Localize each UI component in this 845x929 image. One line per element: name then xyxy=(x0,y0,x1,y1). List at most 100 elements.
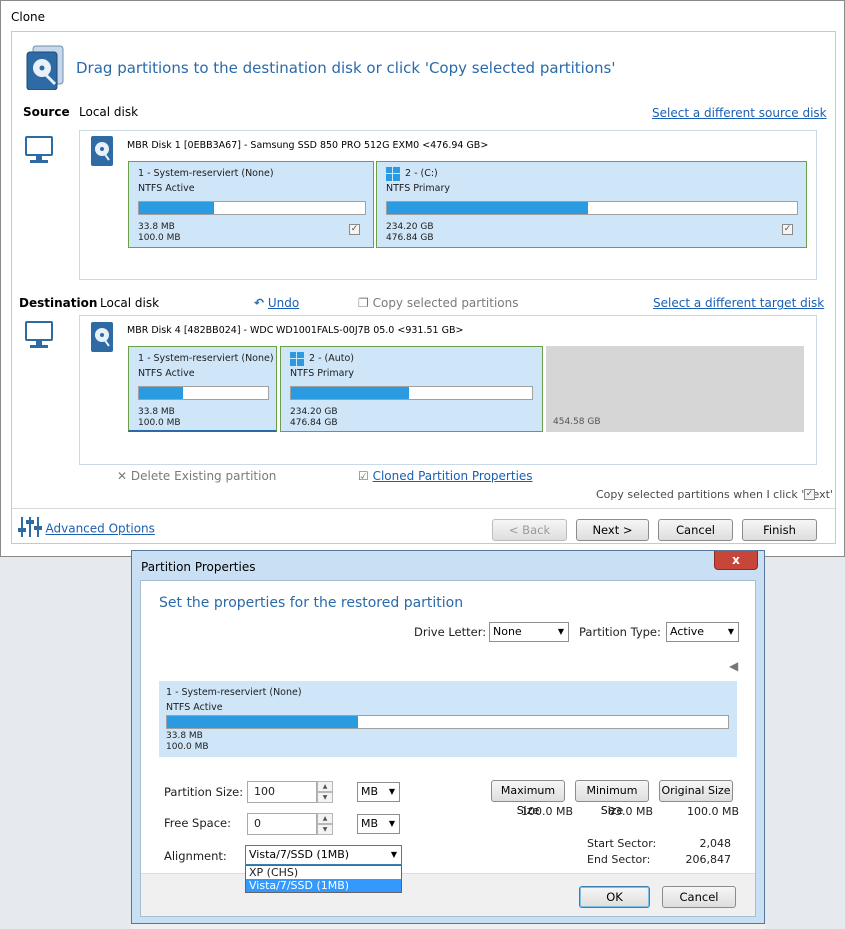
alignment-label: Alignment: xyxy=(164,849,227,863)
finish-button[interactable]: Finish xyxy=(742,519,817,541)
select-source-disk-link[interactable]: Select a different source disk xyxy=(652,106,827,120)
usage-fill xyxy=(387,202,588,214)
cloned-props-label: Cloned Partition Properties xyxy=(372,469,533,483)
spin-up-icon[interactable]: ▲ xyxy=(317,781,333,792)
windows-logo-icon xyxy=(386,167,400,184)
source-disk-kind: Local disk xyxy=(79,105,139,119)
background-window xyxy=(0,557,131,929)
alignment-option-selected[interactable]: Vista/7/SSD (1MB) xyxy=(246,879,401,892)
next-button[interactable]: Next > xyxy=(576,519,649,541)
partition-type-select[interactable]: Active ▼ xyxy=(666,622,739,642)
destination-label: Destination xyxy=(19,296,98,310)
copy-selected-label: Copy selected partitions xyxy=(372,296,519,310)
close-button[interactable]: x xyxy=(714,551,758,570)
properties-heading: Set the properties for the restored part… xyxy=(159,595,464,611)
maximum-size-button[interactable]: Maximum Size xyxy=(491,780,565,817)
cloned-partition-properties-button[interactable]: ☑ Cloned Partition Properties xyxy=(358,469,533,483)
destination-disk-model: WD1001FALS-00J7B 05.0 <931.51 GB> xyxy=(276,325,464,336)
spin-down-icon[interactable]: ▼ xyxy=(317,792,333,803)
partition-used: 33.8 MB xyxy=(138,407,175,417)
usage-fill xyxy=(139,387,183,399)
chevron-down-icon: ▼ xyxy=(388,787,395,796)
partition-total: 100.0 MB xyxy=(138,418,181,428)
alignment-select[interactable]: Vista/7/SSD (1MB) ▼ xyxy=(245,845,402,865)
select-target-disk-link[interactable]: Select a different target disk xyxy=(653,296,824,310)
destination-partition-2[interactable]: 2 - (Auto) NTFS Primary 234.20 GB 476.84… xyxy=(280,346,543,432)
drive-letter-value: None xyxy=(493,625,522,638)
hard-disk-icon xyxy=(90,321,114,353)
partition-type: NTFS Primary xyxy=(290,368,354,379)
spin-up-icon[interactable]: ▲ xyxy=(317,813,333,824)
partition-properties-title: Partition Properties xyxy=(141,560,256,574)
minimum-size-button[interactable]: Minimum Size xyxy=(575,780,649,817)
partition-total: 476.84 GB xyxy=(386,233,434,243)
back-button[interactable]: < Back xyxy=(492,519,567,541)
chevron-down-icon: ▼ xyxy=(390,850,397,859)
partition-size-spinner[interactable]: ▲ ▼ xyxy=(317,781,333,803)
destination-disk-kind: Local disk xyxy=(100,296,160,310)
partition-used: 33.8 MB xyxy=(138,222,175,232)
partition-name: 2 - (Auto) xyxy=(309,353,354,364)
advanced-options-label: Advanced Options xyxy=(45,521,155,536)
clone-window: Clone Drag partitions to the destination… xyxy=(0,0,845,557)
clone-disk-icon xyxy=(25,44,69,91)
free-space-label: Free Space: xyxy=(164,816,231,830)
unallocated-space[interactable]: 454.58 GB xyxy=(546,346,804,432)
delete-existing-label: Delete Existing partition xyxy=(130,469,277,483)
usage-bar xyxy=(290,386,533,400)
usage-bar xyxy=(138,201,366,215)
close-icon: x xyxy=(732,553,740,567)
partition-size-unit: MB xyxy=(361,785,379,798)
partition-size-label: Partition Size: xyxy=(164,785,244,799)
start-sector-value: 2,048 xyxy=(699,837,732,850)
free-space-unit: MB xyxy=(361,817,379,830)
partition-checkbox[interactable]: ✓ xyxy=(349,224,360,235)
chevron-down-icon: ▼ xyxy=(557,627,564,636)
clone-title: Clone xyxy=(11,10,46,24)
partition-size-unit-select[interactable]: MB ▼ xyxy=(357,782,400,802)
original-size-button[interactable]: Original Size xyxy=(659,780,733,802)
source-label: Source xyxy=(23,105,70,119)
partition-type: NTFS Primary xyxy=(386,183,450,194)
copy-when-next-checkbox[interactable]: ✓ xyxy=(804,489,815,500)
alignment-option[interactable]: XP (CHS) xyxy=(246,866,401,879)
destination-partition-1[interactable]: 1 - System-reserviert (None) NTFS Active… xyxy=(128,346,277,432)
source-partition-1[interactable]: 1 - System-reserviert (None) NTFS Active… xyxy=(128,161,374,248)
usage-bar xyxy=(166,715,729,729)
ok-button[interactable]: OK xyxy=(579,886,650,908)
undo-button[interactable]: ↶ Undo xyxy=(254,296,299,310)
partition-total: 476.84 GB xyxy=(290,418,338,428)
partition-type-value: Active xyxy=(670,625,705,638)
properties-cancel-button[interactable]: Cancel xyxy=(662,886,736,908)
spin-down-icon[interactable]: ▼ xyxy=(317,824,333,835)
copy-selected-partitions-button[interactable]: ❐ Copy selected partitions xyxy=(358,296,519,310)
clone-headline: Drag partitions to the destination disk … xyxy=(76,59,616,77)
chevron-down-icon: ▼ xyxy=(727,627,734,636)
properties-footer: OK Cancel xyxy=(141,873,755,916)
drive-letter-label: Drive Letter: xyxy=(414,625,487,639)
undo-label: Undo xyxy=(267,296,300,310)
partition-size-input[interactable]: 100 xyxy=(247,781,317,803)
destination-disk-title: MBR Disk 4 [482BB024] - WDC xyxy=(127,325,274,336)
partition-name: 1 - System-reserviert (None) xyxy=(138,168,274,179)
partition-name: 1 - System-reserviert (None) xyxy=(166,687,302,698)
end-sector-value: 206,847 xyxy=(685,853,732,866)
free-space-input[interactable]: 0 xyxy=(247,813,317,835)
source-partition-2[interactable]: 2 - (C:) NTFS Primary 234.20 GB 476.84 G… xyxy=(376,161,807,248)
delete-existing-partition-button[interactable]: ✕ Delete Existing partition xyxy=(117,469,276,483)
partition-checkbox[interactable]: ✓ xyxy=(782,224,793,235)
partition-used: 234.20 GB xyxy=(290,407,338,417)
partition-total: 100.0 MB xyxy=(166,742,209,752)
background-window xyxy=(765,557,845,929)
original-size-value: 100.0 MB xyxy=(687,805,740,818)
partition-properties-window: Partition Properties x Set the propertie… xyxy=(131,550,765,924)
delete-icon: ✕ xyxy=(117,469,128,483)
free-space-spinner[interactable]: ▲ ▼ xyxy=(317,813,333,835)
cancel-button[interactable]: Cancel xyxy=(658,519,733,541)
computer-icon xyxy=(25,136,53,166)
drive-letter-select[interactable]: None ▼ xyxy=(489,622,569,642)
advanced-options-button[interactable]: Advanced Options xyxy=(18,516,155,541)
clone-titlebar[interactable]: Clone xyxy=(1,1,844,31)
free-space-unit-select[interactable]: MB ▼ xyxy=(357,814,400,834)
partition-name: 1 - System-reserviert (None) xyxy=(138,353,274,364)
